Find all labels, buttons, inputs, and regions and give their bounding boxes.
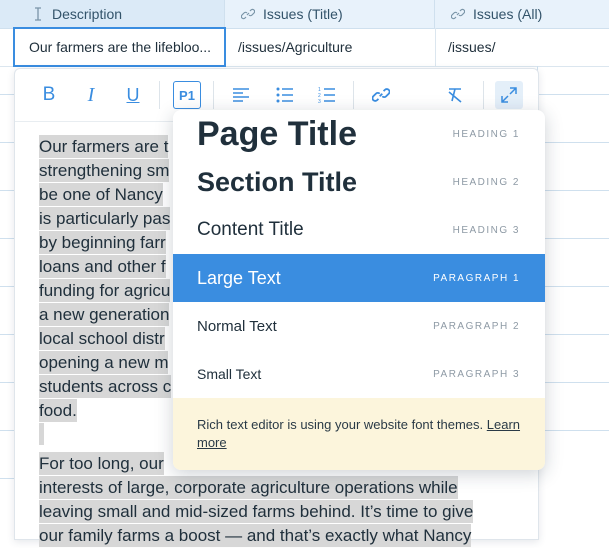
bullet-list-button[interactable] <box>271 81 299 109</box>
font-theme-note-text: Rich text editor is using your website f… <box>197 417 484 432</box>
text-line: leaving small and mid-sized farms behind… <box>39 500 474 523</box>
toolbar-divider <box>353 81 354 109</box>
clear-format-icon <box>448 88 462 103</box>
table-header: Description Issues (Title) Issues (All) <box>0 0 609 29</box>
cell-issues-all[interactable]: /issues/ <box>435 28 609 66</box>
expand-icon <box>501 87 517 103</box>
link-icon <box>372 88 390 102</box>
font-theme-note: Rich text editor is using your website f… <box>173 398 545 470</box>
paragraph-style-button[interactable]: P1 <box>173 81 201 109</box>
numbered-list-icon: 123 <box>318 87 335 104</box>
cell-issues-title[interactable]: /issues/Agriculture <box>225 28 435 66</box>
link-icon <box>241 7 255 21</box>
toolbar-divider <box>159 81 160 109</box>
style-option-paragraph-2[interactable]: Normal Text PARAGRAPH 2 <box>173 302 545 350</box>
text-line: by beginning farr <box>39 231 166 254</box>
bold-button[interactable]: B <box>35 81 63 109</box>
style-option-label: Normal Text <box>197 317 277 335</box>
style-option-label: Section Title <box>197 166 358 197</box>
text-line: students across c <box>39 375 172 398</box>
style-option-heading-1[interactable]: Page Title HEADING 1 <box>173 110 545 158</box>
italic-button[interactable]: I <box>77 81 105 109</box>
style-option-paragraph-3[interactable]: Small Text PARAGRAPH 3 <box>173 350 545 398</box>
column-header-issues-all[interactable]: Issues (All) <box>435 0 609 28</box>
table-grid-right <box>537 66 609 527</box>
style-option-label: Large Text <box>197 267 281 288</box>
text-line: For too long, our <box>39 452 164 475</box>
text-line: strengthening sm <box>39 159 170 182</box>
text-line: interests of large, corporate agricultur… <box>39 476 458 499</box>
text-line: is particularly pas <box>39 207 171 230</box>
style-option-heading-3[interactable]: Content Title HEADING 3 <box>173 206 545 254</box>
text-line: local school distr <box>39 327 165 350</box>
numbered-list-button[interactable]: 123 <box>313 81 341 109</box>
table-grid-left <box>0 66 14 527</box>
style-option-tag: PARAGRAPH 1 <box>433 272 520 284</box>
text-line: loans and other f <box>39 255 166 278</box>
style-option-label: Small Text <box>197 366 262 382</box>
style-option-tag: PARAGRAPH 3 <box>433 368 520 380</box>
style-option-tag: PARAGRAPH 2 <box>433 320 520 332</box>
text-line: funding for agricu <box>39 279 171 302</box>
style-option-heading-2[interactable]: Section Title HEADING 2 <box>173 158 545 206</box>
style-option-label: Content Title <box>197 219 304 240</box>
style-option-tag: HEADING 1 <box>452 128 520 140</box>
column-header-label: Issues (All) <box>473 6 543 22</box>
text-line: be one of Nancy <box>39 183 163 206</box>
style-option-tag: HEADING 3 <box>452 224 520 236</box>
toolbar-divider <box>213 81 214 109</box>
style-option-paragraph-1[interactable]: Large Text PARAGRAPH 1 <box>173 254 545 302</box>
column-header-description[interactable]: Description <box>0 0 225 28</box>
svg-text:3: 3 <box>318 99 321 104</box>
text-line: food. <box>39 399 77 422</box>
style-option-tag: HEADING 2 <box>452 176 520 188</box>
bullet-list-icon <box>276 87 293 103</box>
align-left-icon <box>233 88 249 102</box>
text-style-dropdown: Page Title HEADING 1 Section Title HEADI… <box>173 110 545 470</box>
table-row[interactable]: /issues/Agriculture /issues/ Our farmers… <box>0 27 609 67</box>
underline-button[interactable]: U <box>119 81 147 109</box>
column-header-label: Description <box>52 6 123 22</box>
column-header-issues-title[interactable]: Issues (Title) <box>225 0 435 28</box>
link-button[interactable] <box>367 81 395 109</box>
text-line: opening a new m <box>39 351 169 374</box>
cell-description-selected[interactable]: Our farmers are the lifebloo... <box>13 27 226 67</box>
link-icon <box>451 7 465 21</box>
style-option-label: Page Title <box>197 114 357 153</box>
expand-button[interactable] <box>495 81 523 109</box>
clear-format-button[interactable] <box>441 81 469 109</box>
text-line: our family farms a boost — and that’s ex… <box>39 524 472 547</box>
text-line: a new generation <box>39 303 170 326</box>
column-header-label: Issues (Title) <box>263 6 343 22</box>
text-line: Our farmers are t <box>39 135 169 158</box>
align-left-button[interactable] <box>227 81 255 109</box>
text-cursor-icon <box>32 7 44 21</box>
toolbar-divider <box>483 81 484 109</box>
